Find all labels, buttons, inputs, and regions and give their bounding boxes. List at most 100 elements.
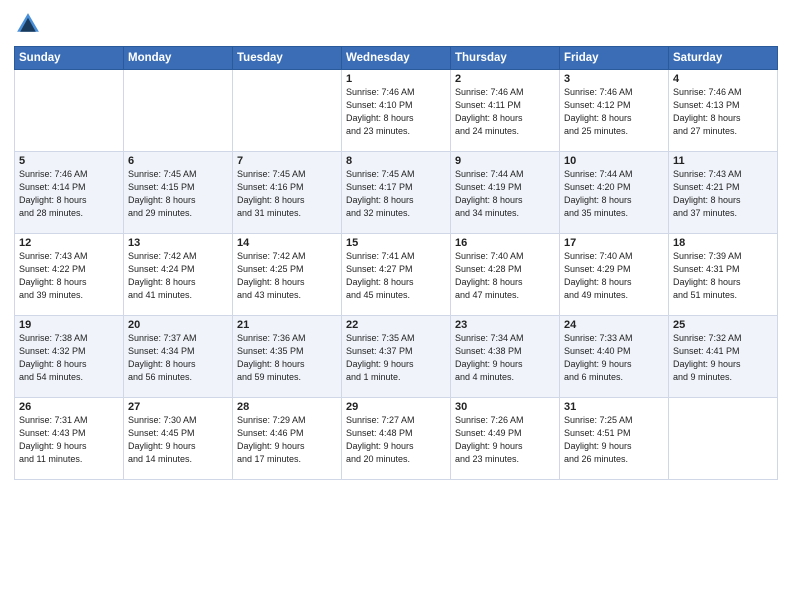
weekday-header-friday: Friday	[560, 47, 669, 70]
day-info: Sunrise: 7:34 AM Sunset: 4:38 PM Dayligh…	[455, 332, 555, 384]
day-number: 25	[673, 319, 773, 331]
page: SundayMondayTuesdayWednesdayThursdayFrid…	[0, 0, 792, 612]
day-info: Sunrise: 7:43 AM Sunset: 4:22 PM Dayligh…	[19, 250, 119, 302]
calendar-cell: 25Sunrise: 7:32 AM Sunset: 4:41 PM Dayli…	[669, 316, 778, 398]
day-info: Sunrise: 7:45 AM Sunset: 4:15 PM Dayligh…	[128, 168, 228, 220]
day-number: 15	[346, 237, 446, 249]
day-number: 28	[237, 401, 337, 413]
day-info: Sunrise: 7:26 AM Sunset: 4:49 PM Dayligh…	[455, 414, 555, 466]
calendar-table: SundayMondayTuesdayWednesdayThursdayFrid…	[14, 46, 778, 480]
calendar-cell: 15Sunrise: 7:41 AM Sunset: 4:27 PM Dayli…	[342, 234, 451, 316]
day-number: 27	[128, 401, 228, 413]
day-info: Sunrise: 7:27 AM Sunset: 4:48 PM Dayligh…	[346, 414, 446, 466]
calendar-cell: 3Sunrise: 7:46 AM Sunset: 4:12 PM Daylig…	[560, 70, 669, 152]
day-info: Sunrise: 7:45 AM Sunset: 4:17 PM Dayligh…	[346, 168, 446, 220]
calendar-cell: 12Sunrise: 7:43 AM Sunset: 4:22 PM Dayli…	[15, 234, 124, 316]
day-number: 14	[237, 237, 337, 249]
day-number: 4	[673, 73, 773, 85]
calendar-cell: 14Sunrise: 7:42 AM Sunset: 4:25 PM Dayli…	[233, 234, 342, 316]
day-info: Sunrise: 7:38 AM Sunset: 4:32 PM Dayligh…	[19, 332, 119, 384]
calendar-cell: 2Sunrise: 7:46 AM Sunset: 4:11 PM Daylig…	[451, 70, 560, 152]
day-info: Sunrise: 7:46 AM Sunset: 4:10 PM Dayligh…	[346, 86, 446, 138]
calendar-cell: 29Sunrise: 7:27 AM Sunset: 4:48 PM Dayli…	[342, 398, 451, 480]
calendar-cell: 28Sunrise: 7:29 AM Sunset: 4:46 PM Dayli…	[233, 398, 342, 480]
calendar-week-row: 12Sunrise: 7:43 AM Sunset: 4:22 PM Dayli…	[15, 234, 778, 316]
day-number: 7	[237, 155, 337, 167]
calendar-week-row: 26Sunrise: 7:31 AM Sunset: 4:43 PM Dayli…	[15, 398, 778, 480]
weekday-header-monday: Monday	[124, 47, 233, 70]
day-number: 8	[346, 155, 446, 167]
day-info: Sunrise: 7:42 AM Sunset: 4:25 PM Dayligh…	[237, 250, 337, 302]
calendar-cell: 20Sunrise: 7:37 AM Sunset: 4:34 PM Dayli…	[124, 316, 233, 398]
calendar-cell: 8Sunrise: 7:45 AM Sunset: 4:17 PM Daylig…	[342, 152, 451, 234]
calendar-cell: 10Sunrise: 7:44 AM Sunset: 4:20 PM Dayli…	[560, 152, 669, 234]
day-number: 21	[237, 319, 337, 331]
day-info: Sunrise: 7:29 AM Sunset: 4:46 PM Dayligh…	[237, 414, 337, 466]
day-number: 30	[455, 401, 555, 413]
day-info: Sunrise: 7:45 AM Sunset: 4:16 PM Dayligh…	[237, 168, 337, 220]
weekday-header-tuesday: Tuesday	[233, 47, 342, 70]
day-number: 24	[564, 319, 664, 331]
calendar-cell: 23Sunrise: 7:34 AM Sunset: 4:38 PM Dayli…	[451, 316, 560, 398]
logo-icon	[14, 10, 42, 38]
calendar-cell	[669, 398, 778, 480]
day-info: Sunrise: 7:37 AM Sunset: 4:34 PM Dayligh…	[128, 332, 228, 384]
calendar-cell: 11Sunrise: 7:43 AM Sunset: 4:21 PM Dayli…	[669, 152, 778, 234]
calendar-cell: 7Sunrise: 7:45 AM Sunset: 4:16 PM Daylig…	[233, 152, 342, 234]
weekday-header-sunday: Sunday	[15, 47, 124, 70]
day-info: Sunrise: 7:41 AM Sunset: 4:27 PM Dayligh…	[346, 250, 446, 302]
calendar-cell: 18Sunrise: 7:39 AM Sunset: 4:31 PM Dayli…	[669, 234, 778, 316]
day-number: 11	[673, 155, 773, 167]
day-number: 12	[19, 237, 119, 249]
day-info: Sunrise: 7:40 AM Sunset: 4:29 PM Dayligh…	[564, 250, 664, 302]
header	[14, 10, 778, 38]
day-number: 18	[673, 237, 773, 249]
day-number: 19	[19, 319, 119, 331]
day-number: 10	[564, 155, 664, 167]
day-info: Sunrise: 7:31 AM Sunset: 4:43 PM Dayligh…	[19, 414, 119, 466]
day-number: 1	[346, 73, 446, 85]
weekday-header-thursday: Thursday	[451, 47, 560, 70]
calendar-cell	[233, 70, 342, 152]
day-info: Sunrise: 7:44 AM Sunset: 4:20 PM Dayligh…	[564, 168, 664, 220]
day-number: 13	[128, 237, 228, 249]
day-info: Sunrise: 7:46 AM Sunset: 4:11 PM Dayligh…	[455, 86, 555, 138]
day-number: 5	[19, 155, 119, 167]
calendar-cell: 5Sunrise: 7:46 AM Sunset: 4:14 PM Daylig…	[15, 152, 124, 234]
weekday-header-saturday: Saturday	[669, 47, 778, 70]
day-number: 26	[19, 401, 119, 413]
weekday-header-wednesday: Wednesday	[342, 47, 451, 70]
day-info: Sunrise: 7:46 AM Sunset: 4:13 PM Dayligh…	[673, 86, 773, 138]
day-info: Sunrise: 7:36 AM Sunset: 4:35 PM Dayligh…	[237, 332, 337, 384]
day-number: 3	[564, 73, 664, 85]
calendar-cell: 26Sunrise: 7:31 AM Sunset: 4:43 PM Dayli…	[15, 398, 124, 480]
calendar-cell: 27Sunrise: 7:30 AM Sunset: 4:45 PM Dayli…	[124, 398, 233, 480]
calendar-cell: 6Sunrise: 7:45 AM Sunset: 4:15 PM Daylig…	[124, 152, 233, 234]
calendar-cell	[15, 70, 124, 152]
day-number: 23	[455, 319, 555, 331]
weekday-header-row: SundayMondayTuesdayWednesdayThursdayFrid…	[15, 47, 778, 70]
calendar-cell: 1Sunrise: 7:46 AM Sunset: 4:10 PM Daylig…	[342, 70, 451, 152]
day-number: 31	[564, 401, 664, 413]
calendar-week-row: 19Sunrise: 7:38 AM Sunset: 4:32 PM Dayli…	[15, 316, 778, 398]
day-info: Sunrise: 7:30 AM Sunset: 4:45 PM Dayligh…	[128, 414, 228, 466]
day-info: Sunrise: 7:33 AM Sunset: 4:40 PM Dayligh…	[564, 332, 664, 384]
day-number: 29	[346, 401, 446, 413]
calendar-cell	[124, 70, 233, 152]
calendar-week-row: 5Sunrise: 7:46 AM Sunset: 4:14 PM Daylig…	[15, 152, 778, 234]
calendar-cell: 19Sunrise: 7:38 AM Sunset: 4:32 PM Dayli…	[15, 316, 124, 398]
day-number: 20	[128, 319, 228, 331]
calendar-week-row: 1Sunrise: 7:46 AM Sunset: 4:10 PM Daylig…	[15, 70, 778, 152]
day-number: 6	[128, 155, 228, 167]
day-info: Sunrise: 7:32 AM Sunset: 4:41 PM Dayligh…	[673, 332, 773, 384]
calendar-cell: 13Sunrise: 7:42 AM Sunset: 4:24 PM Dayli…	[124, 234, 233, 316]
day-info: Sunrise: 7:35 AM Sunset: 4:37 PM Dayligh…	[346, 332, 446, 384]
day-number: 16	[455, 237, 555, 249]
day-number: 22	[346, 319, 446, 331]
calendar-cell: 24Sunrise: 7:33 AM Sunset: 4:40 PM Dayli…	[560, 316, 669, 398]
calendar-cell: 30Sunrise: 7:26 AM Sunset: 4:49 PM Dayli…	[451, 398, 560, 480]
calendar-cell: 21Sunrise: 7:36 AM Sunset: 4:35 PM Dayli…	[233, 316, 342, 398]
day-info: Sunrise: 7:25 AM Sunset: 4:51 PM Dayligh…	[564, 414, 664, 466]
day-info: Sunrise: 7:46 AM Sunset: 4:14 PM Dayligh…	[19, 168, 119, 220]
calendar-cell: 4Sunrise: 7:46 AM Sunset: 4:13 PM Daylig…	[669, 70, 778, 152]
